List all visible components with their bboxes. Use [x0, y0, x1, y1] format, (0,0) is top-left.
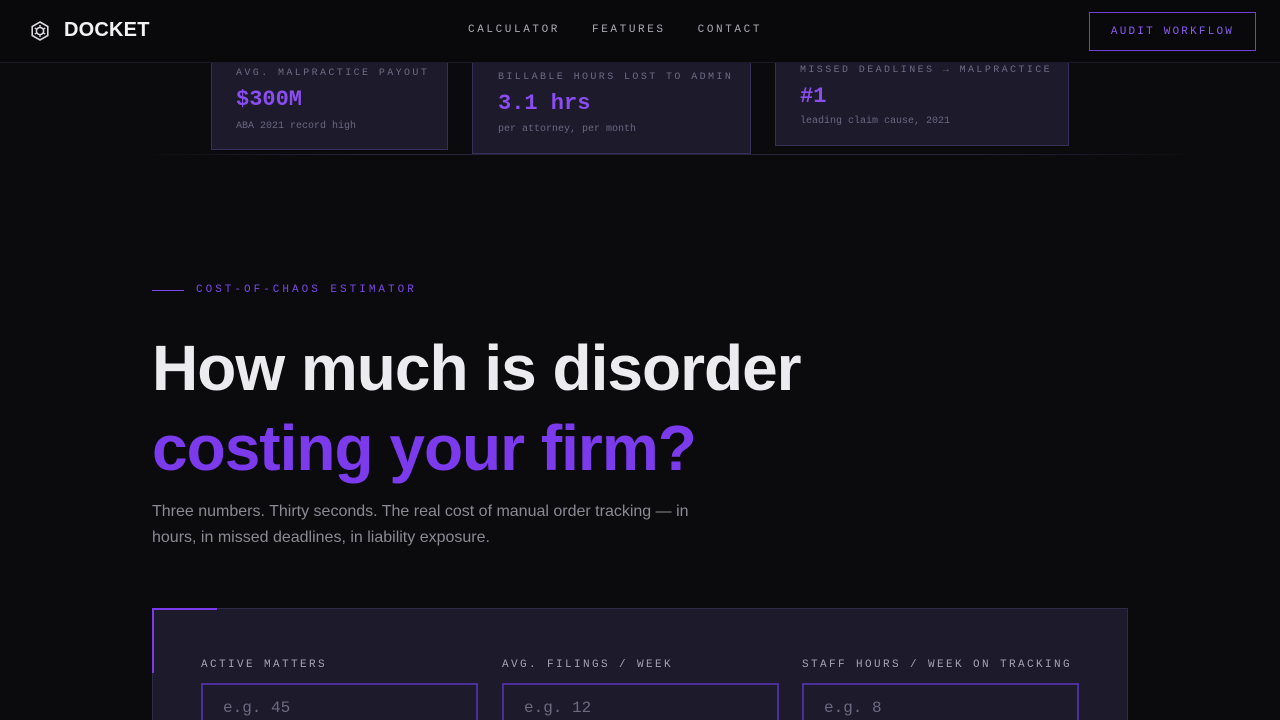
stat-card-payout: AVG. MALPRACTICE PAYOUT $300M ABA 2021 r… — [211, 50, 448, 150]
eyebrow-text: COST-OF-CHAOS ESTIMATOR — [196, 284, 417, 296]
audit-workflow-button[interactable]: AUDIT WORKFLOW — [1089, 12, 1256, 51]
eyebrow-line — [152, 289, 184, 291]
lead-paragraph: Three numbers. Thirty seconds. The real … — [152, 503, 689, 546]
brand-name: DOCKET — [64, 19, 150, 41]
calculator-panel: ACTIVE MATTERS AVG. FILINGS / WEEK STAFF… — [152, 608, 1128, 720]
field-filings-per-week: AVG. FILINGS / WEEK — [502, 659, 779, 720]
page-title: How much is disorder costing your firm? — [152, 328, 802, 488]
stat-label: BILLABLE HOURS LOST TO ADMIN — [498, 72, 734, 83]
stat-label: AVG. MALPRACTICE PAYOUT — [236, 68, 430, 79]
stat-sub: leading claim cause, 2021 — [800, 116, 951, 127]
field-label: ACTIVE MATTERS — [201, 659, 328, 671]
stat-card-hours: BILLABLE HOURS LOST TO ADMIN 3.1 hrs per… — [472, 54, 751, 154]
stat-value: 3.1 hrs — [498, 91, 591, 116]
nav-link-contact[interactable]: CONTACT — [698, 24, 762, 36]
title-line-2: costing your firm? — [152, 412, 697, 484]
field-active-matters: ACTIVE MATTERS — [201, 659, 478, 720]
nav-link-features[interactable]: FEATURES — [592, 24, 666, 36]
corner-accent — [152, 608, 154, 673]
corner-accent — [152, 608, 217, 610]
gear-logo-icon — [31, 20, 49, 41]
active-matters-input[interactable] — [201, 683, 478, 720]
section-eyebrow: COST-OF-CHAOS ESTIMATOR — [152, 284, 417, 296]
stat-value: $300M — [236, 87, 303, 112]
brand[interactable]: DOCKET — [30, 19, 150, 42]
field-label: AVG. FILINGS / WEEK — [502, 659, 674, 671]
section-divider — [140, 154, 1200, 155]
stat-sub: per attorney, per month — [498, 124, 637, 135]
nav-links: CALCULATOR FEATURES CONTACT — [468, 24, 762, 36]
stat-value: #1 — [800, 84, 827, 109]
stat-sub: ABA 2021 record high — [236, 121, 357, 132]
title-line-1: How much is disorder — [152, 332, 802, 404]
stat-label: MISSED DEADLINES → MALPRACTICE — [800, 65, 1053, 76]
field-label: STAFF HOURS / WEEK ON TRACKING — [802, 659, 1073, 671]
nav-link-calculator[interactable]: CALCULATOR — [468, 24, 560, 36]
staff-hours-input[interactable] — [802, 683, 1079, 720]
field-staff-hours: STAFF HOURS / WEEK ON TRACKING — [802, 659, 1079, 720]
filings-per-week-input[interactable] — [502, 683, 779, 720]
top-nav: DOCKET CALCULATOR FEATURES CONTACT AUDIT… — [0, 0, 1280, 63]
